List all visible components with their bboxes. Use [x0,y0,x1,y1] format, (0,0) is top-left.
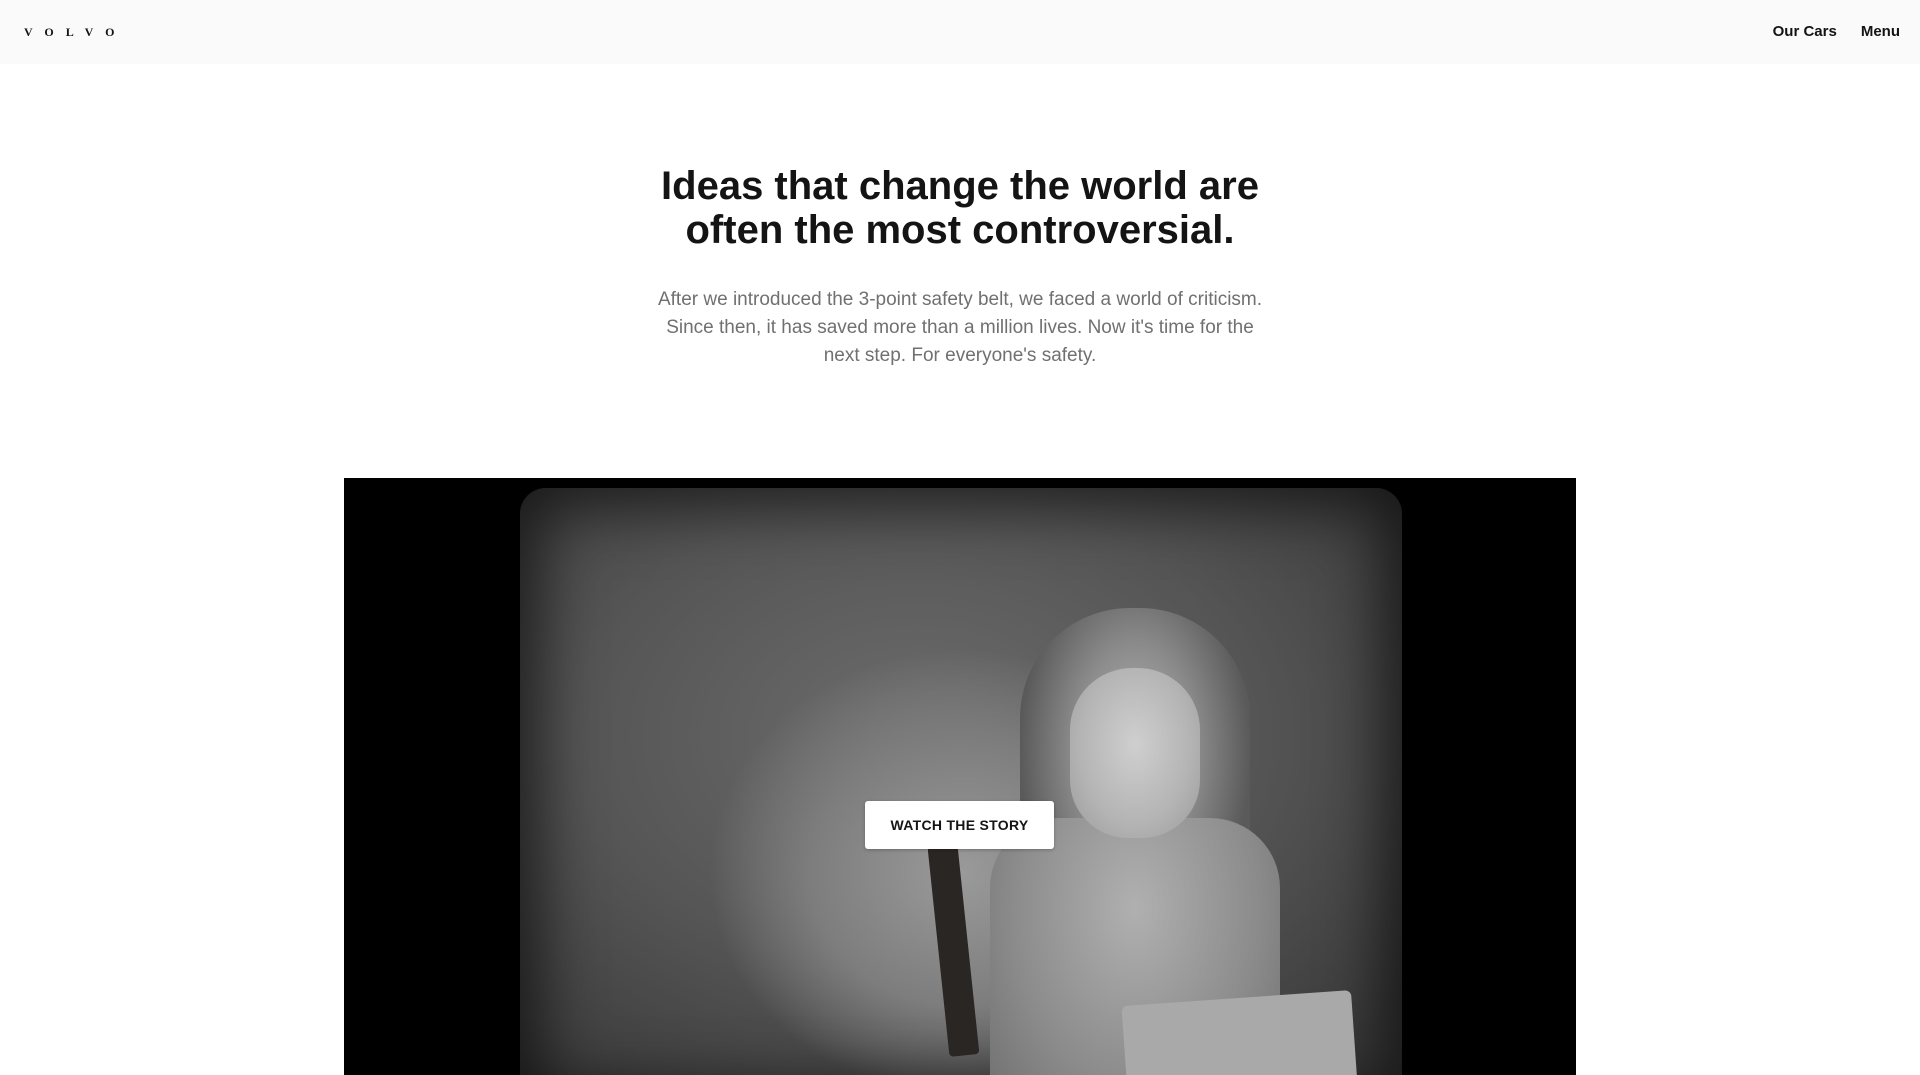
intro-paragraph: After we introduced the 3-point safety b… [657,289,1263,366]
chair-back [926,835,980,1057]
menu-link[interactable]: Menu [1861,22,1900,42]
girl-face [1070,668,1200,838]
primary-nav: Our Cars Menu [1773,22,1900,42]
our-cars-link[interactable]: Our Cars [1773,22,1837,42]
paper-sheet [1121,990,1359,1075]
video-frame-image [520,488,1402,1075]
volvo-logo[interactable]: VOLVO [24,24,126,40]
hero-text-section: Ideas that change the world are often th… [0,164,1920,370]
watch-the-story-button[interactable]: WATCH THE STORY [865,801,1054,849]
video-player[interactable] [344,478,1576,1075]
page-headline: Ideas that change the world are often th… [661,164,1259,252]
top-navigation-bar: VOLVO Our Cars Menu [0,0,1920,64]
